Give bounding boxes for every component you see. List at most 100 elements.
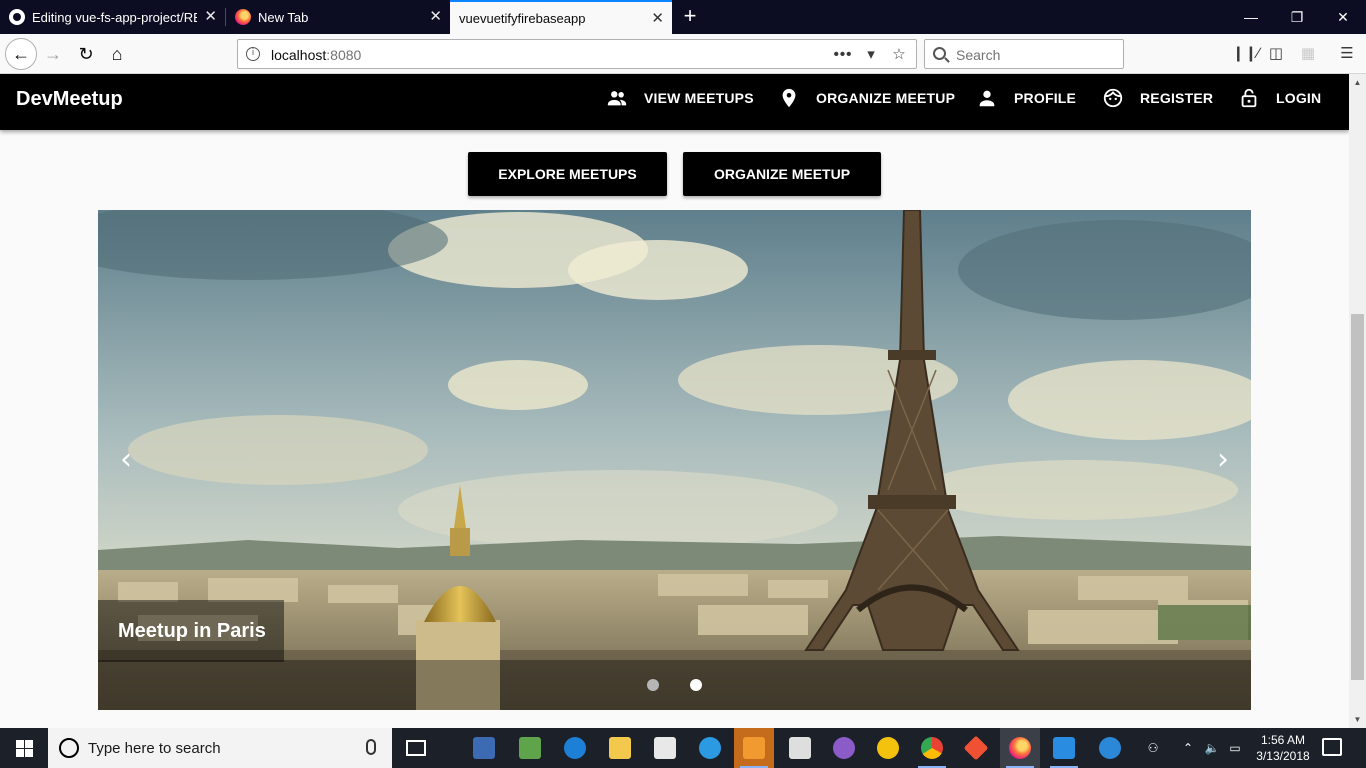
search-placeholder: Search [956, 47, 1001, 63]
tab-vuevuetifyfirebaseapp[interactable]: vuevuetifyfirebaseapp ✕ [450, 0, 672, 34]
sidebar-icon[interactable]: ◫ [1264, 42, 1288, 66]
new-tab-button[interactable]: + [678, 5, 702, 29]
scroll-thumb[interactable] [1351, 314, 1364, 680]
organize-meetup-button[interactable]: ORGANIZE MEETUP [683, 152, 881, 196]
cortana-icon [59, 738, 79, 758]
taskbar-movies[interactable] [780, 728, 820, 768]
person-icon [979, 90, 995, 107]
taskbar-help[interactable] [1090, 728, 1130, 768]
explore-meetups-button[interactable]: EXPLORE MEETUPS [468, 152, 667, 196]
scroll-down-icon[interactable]: ▼ [1349, 711, 1366, 728]
tab-github-editing[interactable]: Editing vue-fs-app-project/REA ✕ [0, 0, 225, 34]
carousel-next-button[interactable]: › [1209, 445, 1237, 475]
page-viewport: DevMeetup VIEW MEETUPS ORGANIZE MEETUP P… [0, 74, 1349, 728]
app-toolbar: DevMeetup VIEW MEETUPS ORGANIZE MEETUP P… [0, 74, 1349, 130]
taskbar-edge[interactable] [555, 728, 595, 768]
windows-logo-icon [16, 740, 24, 748]
network-icon[interactable]: ▭ [1224, 728, 1246, 768]
nav-organize-meetup[interactable]: ORGANIZE MEETUP [778, 74, 955, 122]
nav-view-meetups[interactable]: VIEW MEETUPS [606, 74, 754, 122]
task-view-button[interactable] [396, 728, 436, 768]
taskbar-internet-explorer[interactable] [690, 728, 730, 768]
page-scrollbar[interactable]: ▲ ▼ [1349, 74, 1366, 728]
folder-icon [609, 737, 631, 759]
home-button[interactable]: ⌂ [103, 40, 131, 68]
vscode-icon [1053, 737, 1075, 759]
people-tray-icon[interactable]: ⚇ [1140, 728, 1166, 768]
face-icon [1103, 88, 1123, 108]
git-icon [963, 735, 989, 761]
close-window-button[interactable]: ✕ [1320, 0, 1366, 34]
carousel-dot-2[interactable] [690, 679, 702, 691]
nav-profile[interactable]: PROFILE [976, 74, 1076, 122]
close-tab-icon[interactable]: ✕ [429, 9, 442, 25]
windows-taskbar: Type here to search ⚇ ⌃ 🔈 ▭ 1:56 AM 3/13… [0, 728, 1366, 768]
tab-new-tab[interactable]: New Tab ✕ [226, 0, 450, 34]
restore-button[interactable]: ❐ [1274, 0, 1320, 34]
nav-label: ORGANIZE MEETUP [816, 90, 956, 106]
search-bar[interactable]: Search [924, 39, 1124, 69]
close-tab-icon[interactable]: ✕ [204, 9, 217, 25]
carousel-caption: Meetup in Paris [98, 600, 284, 662]
scroll-up-icon[interactable]: ▲ [1349, 74, 1366, 91]
pocket-icon[interactable]: ▾ [860, 44, 882, 66]
edge-icon [564, 737, 586, 759]
bookmark-star-icon[interactable]: ☆ [888, 44, 910, 66]
taskbar-search[interactable]: Type here to search [48, 728, 392, 768]
minimize-button[interactable]: — [1228, 0, 1274, 34]
purple-app-icon [833, 737, 855, 759]
microphone-icon[interactable] [366, 739, 376, 755]
carousel-prev-button[interactable]: ‹ [112, 445, 140, 475]
taskbar-vscode[interactable] [1044, 728, 1084, 768]
menu-hamburger-icon[interactable]: ☰ [1335, 42, 1359, 66]
close-tab-icon[interactable]: ✕ [651, 11, 664, 27]
lock-open-icon [1241, 88, 1257, 108]
taskbar-mail[interactable] [645, 728, 685, 768]
search-icon [933, 47, 946, 60]
people-icon [607, 91, 627, 106]
taskbar-virtualbox[interactable] [464, 728, 504, 768]
github-icon [9, 9, 25, 25]
nav-login[interactable]: LOGIN [1238, 74, 1321, 122]
show-hidden-icons-icon[interactable]: ⌃ [1176, 728, 1200, 768]
library-icon[interactable]: ❙❙∕ [1232, 42, 1260, 66]
nav-label: PROFILE [1014, 90, 1077, 106]
volume-icon[interactable]: 🔈 [1200, 728, 1224, 768]
firefox-icon [1009, 737, 1031, 759]
meetup-carousel[interactable]: ‹ › Meetup in Paris [98, 210, 1251, 710]
tab-label: Editing vue-fs-app-project/REA [32, 9, 197, 25]
browser-toolbar: ← → ↻ ⌂ i localhost:8080 ••• ▾ ☆ Search … [0, 34, 1366, 74]
extension-icon[interactable]: ▦ [1296, 42, 1320, 66]
taskbar-clock[interactable]: 1:56 AM 3/13/2018 [1246, 732, 1320, 764]
taskbar-file-explorer[interactable] [600, 728, 640, 768]
site-info-icon[interactable]: i [246, 47, 260, 61]
greenshot-icon [519, 737, 541, 759]
taskbar-sublime-text[interactable] [734, 728, 774, 768]
action-center-icon[interactable] [1322, 738, 1342, 756]
nav-label: REGISTER [1140, 90, 1214, 106]
browser-tab-strip: Editing vue-fs-app-project/REA ✕ New Tab… [0, 0, 1366, 34]
taskbar-git[interactable] [956, 728, 996, 768]
firefox-icon [235, 9, 251, 25]
nav-register[interactable]: REGISTER [1102, 74, 1213, 122]
url-port: :8080 [326, 47, 362, 63]
forward-button[interactable]: → [39, 40, 67, 68]
clock-time: 1:56 AM [1260, 733, 1306, 747]
taskbar-greenshot[interactable] [510, 728, 550, 768]
carousel-dot-1[interactable] [647, 679, 659, 691]
carousel-delimiters [98, 660, 1251, 710]
taskbar-firefox[interactable] [1000, 728, 1040, 768]
start-button[interactable] [0, 728, 48, 768]
tab-label: vuevuetifyfirebaseapp [459, 10, 586, 26]
address-bar[interactable]: i localhost:8080 ••• ▾ ☆ [237, 39, 917, 69]
caption-title: Meetup in Paris [118, 620, 266, 642]
back-button[interactable]: ← [5, 38, 37, 70]
clapperboard-icon [789, 737, 811, 759]
reload-button[interactable]: ↻ [72, 40, 100, 68]
url-text: localhost:8080 [271, 47, 361, 63]
brand-title[interactable]: DevMeetup [16, 88, 123, 111]
taskbar-app-purple[interactable] [824, 728, 864, 768]
taskbar-app-yellow[interactable] [868, 728, 908, 768]
page-actions-icon[interactable]: ••• [832, 44, 854, 66]
taskbar-chrome[interactable] [912, 728, 952, 768]
